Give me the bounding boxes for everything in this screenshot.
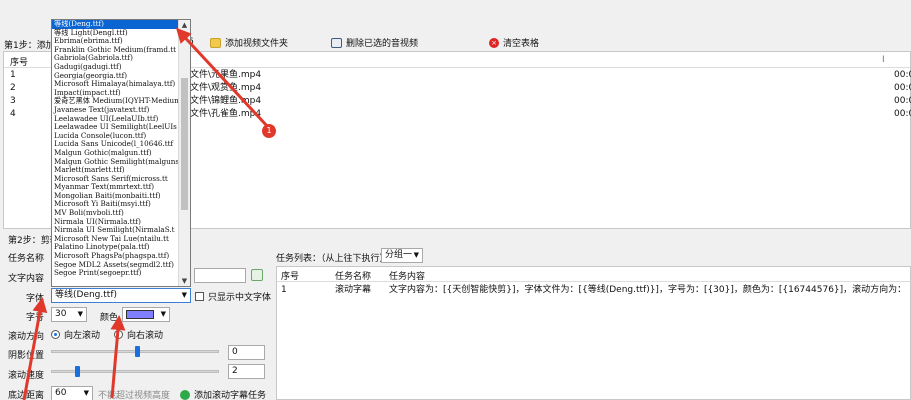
annotation-callout-badge: 1 bbox=[262, 124, 276, 138]
annotation-arrow bbox=[175, 27, 270, 129]
annotation-overlay bbox=[22, 27, 270, 400]
annotation-arrow bbox=[110, 315, 126, 399]
annotation-arrow bbox=[22, 297, 48, 400]
